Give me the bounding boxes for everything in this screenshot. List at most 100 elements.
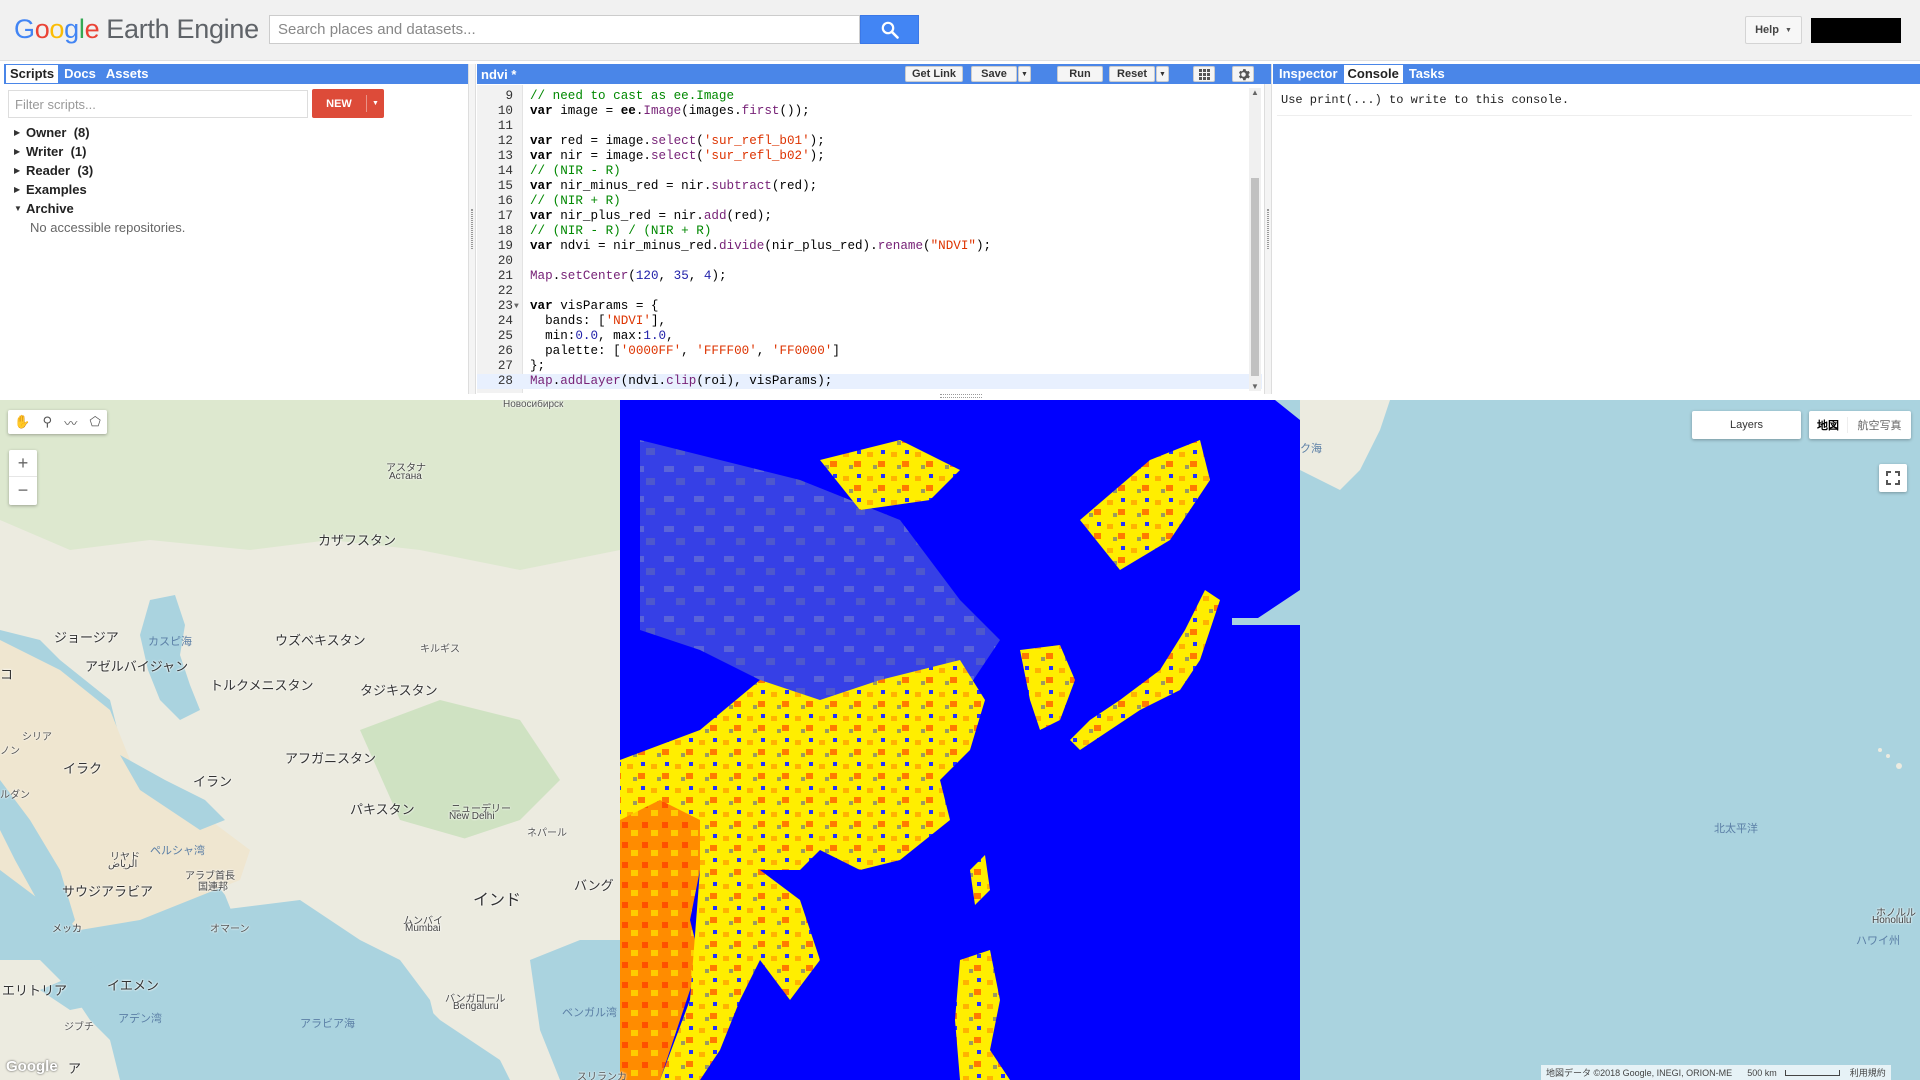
map-view[interactable]: Новосибирск アスタナ Астана カザフスタン ジョージア カスピ…	[0, 400, 1920, 1080]
run-button[interactable]: Run	[1057, 66, 1103, 82]
get-link-button[interactable]: Get Link	[905, 66, 963, 82]
scroll-down-icon[interactable]: ▼	[1251, 382, 1259, 391]
map-label: カスピ海	[148, 636, 192, 648]
tab-docs[interactable]: Docs	[60, 65, 100, 83]
code-line[interactable]: 15 var nir_minus_red = nir.subtract(red);	[477, 179, 1262, 194]
new-button-label: NEW	[326, 97, 352, 110]
tree-item-count: (1)	[70, 144, 87, 159]
tab-inspector[interactable]: Inspector	[1275, 65, 1342, 83]
help-button[interactable]: Help ▼	[1745, 16, 1802, 44]
reset-button[interactable]: Reset	[1109, 66, 1155, 82]
search-button[interactable]	[860, 15, 919, 44]
map-label: ペルシャ湾	[150, 845, 205, 857]
tree-item-reader[interactable]: ▶ Reader (3)	[14, 161, 185, 180]
hand-icon[interactable]: ✋	[14, 414, 30, 430]
map-splitter-grip[interactable]	[940, 394, 982, 398]
zoom-in-button[interactable]: +	[9, 450, 37, 477]
tab-scripts[interactable]: Scripts	[6, 65, 59, 83]
line-number: 12	[497, 134, 513, 148]
tab-tasks[interactable]: Tasks	[1405, 65, 1449, 83]
code-line[interactable]: 22	[477, 284, 1262, 299]
code-line[interactable]: 14 // (NIR - R)	[477, 164, 1262, 179]
reset-options-button[interactable]: ▼	[1156, 66, 1169, 82]
code-line[interactable]: 25 min:0.0, max:1.0,	[477, 329, 1262, 344]
code-line[interactable]: 26 palette: ['0000FF', 'FFFF00', 'FF0000…	[477, 344, 1262, 359]
code-line[interactable]: 23 ▼ var visParams = {	[477, 299, 1262, 314]
zoom-out-button[interactable]: −	[9, 477, 37, 504]
account-button[interactable]	[1811, 18, 1901, 43]
line-number: 22	[497, 284, 513, 298]
code-text: min:0.0, max:1.0,	[530, 329, 674, 343]
save-options-button[interactable]: ▼	[1018, 66, 1031, 82]
code-text: var image = ee.Image(images.first());	[530, 104, 810, 118]
map-label: ルダン	[0, 790, 30, 801]
map-label: アフガニスタン	[285, 751, 377, 766]
tab-console[interactable]: Console	[1343, 65, 1403, 83]
tree-item-archive[interactable]: ▼ Archive	[14, 199, 185, 218]
code-line[interactable]: 12 var red = image.select('sur_refl_b01')…	[477, 134, 1262, 149]
code-line[interactable]: 10 var image = ee.Image(images.first());	[477, 104, 1262, 119]
tab-assets[interactable]: Assets	[102, 65, 153, 83]
line-number: 25	[497, 329, 513, 343]
attribution-text[interactable]: 地図データ ©2018 Google, INEGI, ORION-ME	[1541, 1066, 1737, 1079]
tree-item-writer[interactable]: ▶ Writer (1)	[14, 142, 185, 161]
code-line[interactable]: 17 var nir_plus_red = nir.add(red);	[477, 209, 1262, 224]
map-label: Астана	[389, 471, 422, 482]
layers-button[interactable]: Layers	[1692, 411, 1801, 439]
drawing-tools: ✋ ⚲ 〰 ⬠	[8, 410, 107, 434]
right-splitter[interactable]	[1264, 64, 1272, 394]
caret-right-icon: ▶	[14, 128, 21, 137]
map-label: トルクメニスタン	[210, 678, 314, 693]
editor-scroll-thumb[interactable]	[1251, 178, 1259, 376]
line-number: 13	[497, 149, 513, 163]
zoom-control: + −	[9, 450, 37, 505]
code-line[interactable]: 9 // need to cast as ee.Image	[477, 89, 1262, 104]
line-number: 18	[497, 224, 513, 238]
scale-bar	[1784, 1070, 1840, 1077]
settings-button[interactable]	[1232, 66, 1254, 82]
editor-scrollbar[interactable]: ▲ ▼	[1249, 88, 1261, 391]
get-link-label: Get Link	[911, 68, 956, 80]
fold-icon[interactable]: ▼	[514, 299, 522, 314]
scale-label: 500 km	[1747, 1067, 1777, 1078]
scale-control[interactable]: 500 km	[1737, 1068, 1845, 1078]
new-script-button[interactable]: NEW ▼	[312, 89, 384, 118]
terms-link[interactable]: 利用規約	[1845, 1066, 1891, 1079]
map-label: ネパール	[527, 828, 567, 839]
earth-engine-logo[interactable]: Google Earth Engine	[14, 14, 259, 45]
code-editor[interactable]: 9 // need to cast as ee.Image 10 var image …	[477, 85, 1262, 393]
search-input[interactable]	[270, 16, 859, 43]
marker-icon[interactable]: ⚲	[43, 414, 53, 430]
polyline-icon[interactable]: 〰	[64, 413, 77, 432]
chevron-down-icon[interactable]: ▼	[366, 95, 384, 112]
code-line[interactable]: 24 bands: ['NDVI'],	[477, 314, 1262, 329]
scroll-up-icon[interactable]: ▲	[1251, 88, 1259, 97]
logo-product-text: Earth Engine	[106, 14, 259, 44]
code-line[interactable]: 27};	[477, 359, 1262, 374]
code-text: palette: ['0000FF', 'FFFF00', 'FF0000']	[530, 344, 840, 358]
code-line[interactable]: 13 var nir = image.select('sur_refl_b02')…	[477, 149, 1262, 164]
polygon-icon[interactable]: ⬠	[90, 414, 101, 430]
archive-empty-message: No accessible repositories.	[30, 220, 186, 235]
map-type-map-button[interactable]: 地図	[1809, 417, 1847, 433]
code-line[interactable]: 11	[477, 119, 1262, 134]
apps-button[interactable]	[1193, 66, 1215, 82]
filter-scripts-input[interactable]	[9, 91, 307, 117]
code-line[interactable]: 28 Map.addLayer(ndvi.clip(roi), visParams…	[477, 374, 1262, 389]
code-line[interactable]: 21 Map.setCenter(120, 35, 4);	[477, 269, 1262, 284]
save-button[interactable]: Save	[971, 66, 1017, 82]
basemap	[0, 400, 1920, 1080]
code-line[interactable]: 20	[477, 254, 1262, 269]
code-text: bands: ['NDVI'],	[530, 314, 667, 328]
map-label: ジブチ	[64, 1022, 94, 1033]
tree-item-owner[interactable]: ▶ Owner (8)	[14, 123, 185, 142]
code-line[interactable]: 19 var ndvi = nir_minus_red.divide(nir_pl…	[477, 239, 1262, 254]
tree-item-examples[interactable]: ▶ Examples	[14, 180, 185, 199]
script-name-tab[interactable]: ndvi *	[477, 67, 516, 82]
line-number: 9	[505, 89, 513, 103]
left-splitter[interactable]	[468, 64, 476, 394]
map-type-satellite-button[interactable]: 航空写真	[1847, 417, 1911, 433]
code-line[interactable]: 18 // (NIR - R) / (NIR + R)	[477, 224, 1262, 239]
code-line[interactable]: 16 // (NIR + R)	[477, 194, 1262, 209]
fullscreen-button[interactable]	[1879, 464, 1907, 492]
